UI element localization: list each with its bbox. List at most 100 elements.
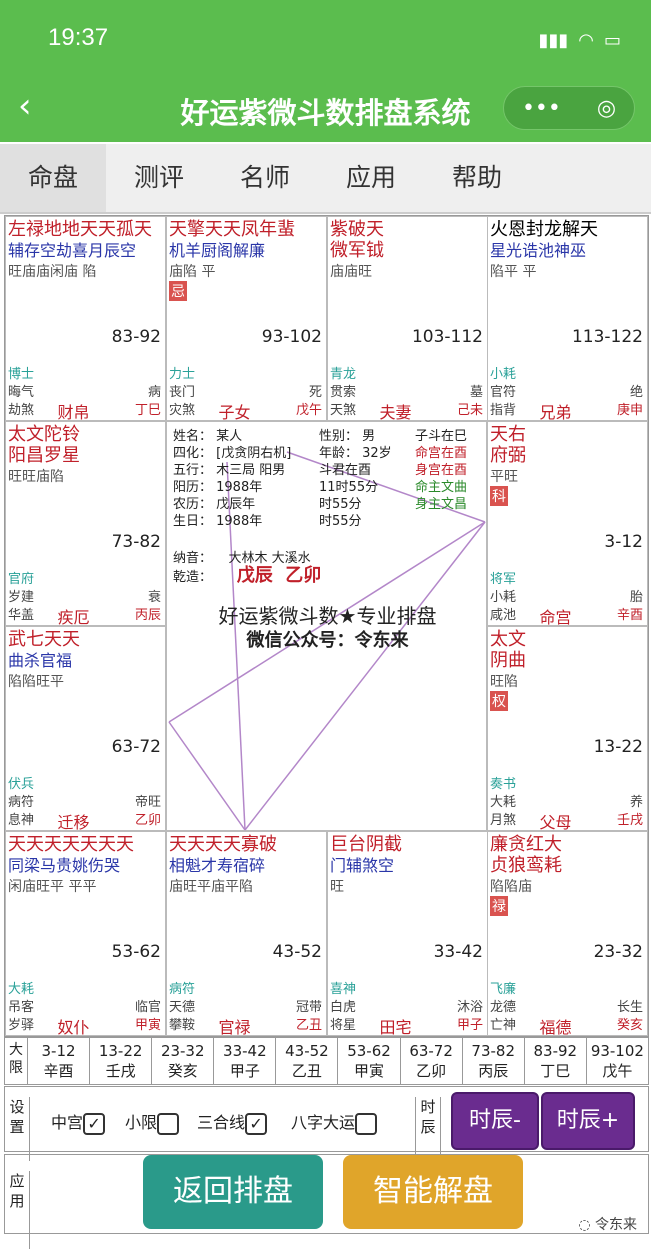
god: 大耗 xyxy=(8,982,35,997)
decade-item[interactable]: 53-62 甲寅 xyxy=(338,1038,401,1084)
settings-label: 设置 xyxy=(5,1097,30,1161)
minor-stars: 星光诰池神巫 xyxy=(490,241,587,260)
palace-si[interactable]: 左禄地地天天孤天 辅存空劫喜月辰空 旺庙庙闲庙 陷 83-92 博士 晦气病 劫煞… xyxy=(5,216,166,421)
shichen-next-button[interactable]: 时辰+ xyxy=(541,1092,635,1150)
hua-badge: 权 xyxy=(490,691,508,711)
minor-stars: 辅存空劫喜月辰空 xyxy=(8,241,137,260)
decade-item[interactable]: 3-12 辛酉 xyxy=(28,1038,91,1084)
option-xiaoxian[interactable]: 小限 xyxy=(125,1109,180,1135)
palace-name: 田宅 xyxy=(379,1018,412,1036)
navbar: ‹ 好运紫微斗数排盘系统 ••• ◎ xyxy=(0,80,651,142)
palace-name: 官禄 xyxy=(218,1018,251,1036)
decade-item[interactable]: 63-72 乙卯 xyxy=(401,1038,463,1084)
stem: 庚申 xyxy=(616,403,643,418)
palace-name: 迁移 xyxy=(57,813,90,831)
info-time2: 时55分 xyxy=(319,497,362,512)
brand-title: 好运紫微斗数★专业排盘 xyxy=(218,604,437,628)
decade-item[interactable]: 13-22 壬戌 xyxy=(90,1038,153,1084)
palace-zi[interactable]: 巨台阴截 门辅煞空 旺 33-42 喜神 白虎 沐浴 将星 田宅 甲子 xyxy=(327,831,488,1036)
decade-item[interactable]: 93-102 戊午 xyxy=(587,1038,648,1084)
info-birth: 生日： 1988年 xyxy=(173,514,263,529)
status-time: 19:37 xyxy=(48,24,109,51)
info-nongli: 农历： 戊辰年 xyxy=(173,497,256,512)
decade-item[interactable]: 73-82 丙辰 xyxy=(463,1038,525,1084)
info-time3: 时55分 xyxy=(319,514,362,529)
tab-mingpan[interactable]: 命盘 xyxy=(0,144,106,212)
god: 小耗 xyxy=(490,367,517,382)
app-row: 应用 返回排盘 智能解盘 xyxy=(4,1154,649,1249)
palace-shen[interactable]: 火恩封龙解天 星光诰池神巫 陷平 平 113-122 小耗 官符绝 指背 兄弟 庚申 xyxy=(487,216,648,421)
decade-item[interactable]: 43-52 乙丑 xyxy=(276,1038,339,1084)
hua-badge: 忌 xyxy=(169,281,187,301)
option-sanhe[interactable]: 三合线 ✓ xyxy=(197,1109,268,1135)
minor-stars: 相魁才寿宿碎 xyxy=(169,856,266,875)
palace-wei[interactable]: 紫破天 微军钺 庙庙旺 103-112 青龙 贯索墓 天煞 夫妻 己未 xyxy=(327,216,488,421)
decade-item[interactable]: 23-32 癸亥 xyxy=(152,1038,215,1084)
tab-yingyong[interactable]: 应用 xyxy=(318,144,424,212)
stem: 乙卯 xyxy=(134,813,161,828)
major-stars: 火恩封龙解天 xyxy=(490,219,598,240)
palace-mao[interactable]: 武七天天 曲杀官福 陷陷旺平 63-72 伏兵 病符 帝旺 息神 迁移 乙卯 xyxy=(5,626,166,831)
nayin-label: 纳音： xyxy=(173,551,213,566)
growth: 临官 xyxy=(134,1000,161,1015)
growth: 胎 xyxy=(629,590,643,605)
tab-bar: 命盘 测评 名师 应用 帮助 xyxy=(0,144,651,214)
major-stars: 太文 xyxy=(490,629,526,650)
chart-grid: 左禄地地天天孤天 辅存空劫喜月辰空 旺庙庙闲庙 陷 83-92 博士 晦气病 劫煞… xyxy=(4,215,649,1037)
more-icon[interactable]: ••• xyxy=(522,96,561,121)
brightness: 闲庙旺平 平平 xyxy=(8,879,97,895)
palace-name: 福德 xyxy=(539,1018,572,1036)
range: 93-102 xyxy=(261,327,322,347)
range: 53-62 xyxy=(111,942,161,962)
major-stars: 天擎天天凤年蜚 xyxy=(169,219,295,240)
brightness: 陷平 平 xyxy=(490,264,537,280)
palace-you[interactable]: 天右 府弼 平旺科 3-12 将军 小耗胎 咸池 命宫 辛酉 xyxy=(487,421,648,626)
stem: 戊午 xyxy=(295,403,322,418)
option-bazi[interactable]: 八字大运 xyxy=(291,1109,378,1135)
palace-chou[interactable]: 天天天天寡破 相魁才寿宿碎 庙旺平庙平陷 43-52 病符 天德 冠带 攀鞍 官禄 乙丑 xyxy=(166,831,327,1036)
god2: 天德 xyxy=(169,1000,196,1015)
growth: 死 xyxy=(308,385,322,400)
tab-bangzhu[interactable]: 帮助 xyxy=(424,144,530,212)
minor-stars: 贞狼鸾耗 xyxy=(490,855,562,876)
range: 13-22 xyxy=(593,737,643,757)
palace-name: 夫妻 xyxy=(379,403,412,421)
checkbox-icon[interactable] xyxy=(157,1112,180,1135)
god: 奏书 xyxy=(490,777,517,792)
checkbox-checked-icon[interactable]: ✓ xyxy=(83,1112,106,1135)
palace-xu[interactable]: 太文 阴曲 旺陷权 13-22 奏书 大耗养 月煞 父母 壬戌 xyxy=(487,626,648,831)
growth: 衰 xyxy=(147,590,161,605)
major-stars: 天天天天寡破 xyxy=(169,834,277,855)
range: 63-72 xyxy=(111,737,161,757)
info-minggong: 命宫在酉 xyxy=(415,446,468,461)
close-icon[interactable]: ◎ xyxy=(597,96,616,121)
decade-row: 大限 3-12 辛酉 13-22 壬戌 23-32 癸亥 33-42 甲子 43-52 乙… xyxy=(4,1037,649,1085)
minor-stars: 同梁马贵姚伤哭 xyxy=(8,856,121,875)
option-zhonggong[interactable]: 中宫 ✓ xyxy=(51,1109,106,1135)
palace-wu[interactable]: 天擎天天凤年蜚 机羊厨阁解廉 庙陷 平忌 93-102 力士 丧门死 灾煞 子女 戊午 xyxy=(166,216,327,421)
watermark: ◌ 令东来 xyxy=(578,1217,637,1233)
range: 103-112 xyxy=(411,327,483,347)
checkbox-icon[interactable] xyxy=(355,1112,378,1135)
decade-item[interactable]: 83-92 丁巳 xyxy=(525,1038,587,1084)
qianzao-year: 戊辰 xyxy=(236,565,273,586)
stem: 丙辰 xyxy=(134,608,161,623)
shichen-prev-button[interactable]: 时辰- xyxy=(451,1092,539,1150)
god: 飞廉 xyxy=(490,982,517,997)
back-to-chart-button[interactable]: 返回排盘 xyxy=(143,1155,323,1229)
palace-yin[interactable]: 天天天天天天天 同梁马贵姚伤哭 闲庙旺平 平平 53-62 大耗 吊客 临官 岁驿奴… xyxy=(5,831,166,1036)
smart-reading-button[interactable]: 智能解盘 xyxy=(343,1155,523,1229)
tab-ceping[interactable]: 测评 xyxy=(106,144,212,212)
god: 青龙 xyxy=(330,367,357,382)
palace-hai[interactable]: 廉贪红大 贞狼鸾耗 陷陷庙禄 23-32 飞廉 龙德 长生 亡神 福德 癸亥 xyxy=(487,831,648,1036)
checkbox-checked-icon[interactable]: ✓ xyxy=(245,1112,268,1135)
palace-chen[interactable]: 太文陀铃 阳昌罗星 旺旺庙陷 73-82 官府 岁建衰 华盖 疾厄 丙辰 xyxy=(5,421,166,626)
decade-item[interactable]: 33-42 甲子 xyxy=(214,1038,277,1084)
tab-mingshi[interactable]: 名师 xyxy=(212,144,318,212)
stem: 辛酉 xyxy=(616,608,643,623)
minor-stars: 机羊厨阁解廉 xyxy=(169,241,266,260)
brand-wechat: 微信公众号：令东来 xyxy=(246,630,409,651)
god2: 岁建 xyxy=(8,590,35,605)
brightness: 庙庙旺 xyxy=(330,264,372,280)
info-time1: 11时55分 xyxy=(319,480,379,495)
